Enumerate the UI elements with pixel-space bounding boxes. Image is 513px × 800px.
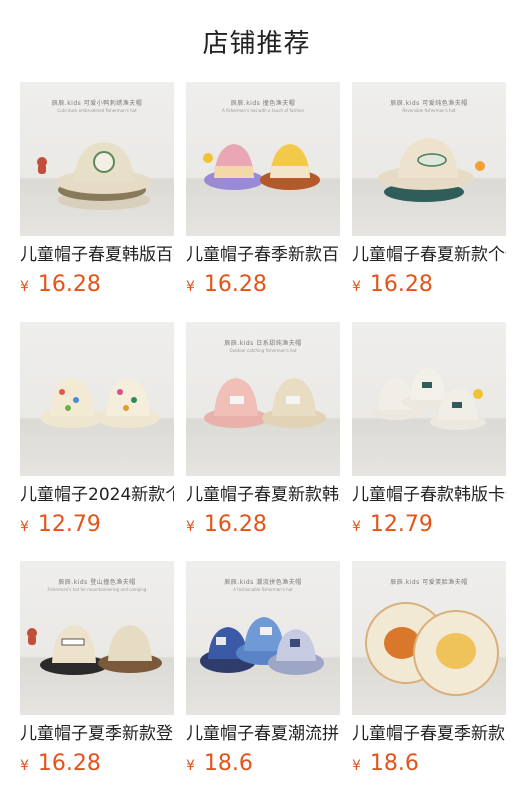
product-title[interactable]: 儿童帽子春季新款百搭 (186, 244, 340, 266)
product-image[interactable] (20, 322, 174, 476)
product-image[interactable]: 辰辰.kids 潮流拼色渔夫帽 A fashionable fisherman'… (186, 561, 340, 715)
hat-illustration (200, 617, 324, 675)
currency-symbol: ¥ (186, 519, 195, 535)
hat-illustration (378, 138, 485, 202)
product-card[interactable]: 儿童帽子2024新款个性 ¥ 12.79 (20, 322, 174, 540)
currency-symbol: ¥ (186, 279, 195, 295)
product-price: ¥ 16.28 (20, 272, 174, 300)
product-card[interactable]: 辰辰.kids 可爱纯色渔夫帽 Reversible fisherman's h… (352, 82, 506, 300)
product-price: ¥ 16.28 (186, 272, 340, 300)
product-image[interactable]: 辰辰.kids 可爱笑脸渔夫帽 (352, 561, 506, 715)
price-value: 16.28 (203, 272, 267, 297)
product-image[interactable]: 辰辰.kids 登山撞色渔夫帽 Fisherman's hat for moun… (20, 561, 174, 715)
hat-illustration (37, 142, 152, 210)
currency-symbol: ¥ (352, 758, 361, 774)
product-card[interactable]: 辰辰.kids 登山撞色渔夫帽 Fisherman's hat for moun… (20, 561, 174, 779)
price-value: 16.28 (37, 272, 101, 297)
price-value: 16.28 (203, 512, 267, 537)
product-image[interactable]: 辰辰.kids 撞色渔夫帽 A fisherman's hat with a t… (186, 82, 340, 236)
price-value: 12.79 (37, 512, 101, 537)
product-title[interactable]: 儿童帽子2024新款个性 (20, 484, 174, 506)
product-price: ¥ 16.28 (20, 751, 174, 779)
currency-symbol: ¥ (186, 758, 195, 774)
product-card[interactable]: 辰辰.kids 潮流拼色渔夫帽 A fashionable fisherman'… (186, 561, 340, 779)
product-image[interactable]: 辰辰.kids 日系甜纯渔夫帽 Outdoor catching fisherm… (186, 322, 340, 476)
product-title[interactable]: 儿童帽子夏季新款登山 (20, 723, 174, 745)
price-value: 16.28 (369, 272, 433, 297)
price-value: 18.6 (203, 751, 253, 776)
product-title[interactable]: 儿童帽子春夏新款个性 (352, 244, 506, 266)
product-card[interactable]: 辰辰.kids 可爱小鸭刺绣渔夫帽 Cute duck embroidered … (20, 82, 174, 300)
price-value: 18.6 (369, 751, 419, 776)
currency-symbol: ¥ (20, 279, 29, 295)
product-card[interactable]: 辰辰.kids 可爱笑脸渔夫帽 儿童帽子春夏季新款可爱 ¥ 18.6 (352, 561, 506, 779)
product-price: ¥ 16.28 (186, 512, 340, 540)
price-value: 16.28 (37, 751, 101, 776)
currency-symbol: ¥ (20, 519, 29, 535)
product-price: ¥ 12.79 (352, 512, 506, 540)
product-price: ¥ 18.6 (352, 751, 506, 779)
page-title: 店铺推荐 (202, 28, 311, 59)
product-title[interactable]: 儿童帽子春夏新款韩版 (186, 484, 340, 506)
product-title[interactable]: 儿童帽子春夏潮流拼色 (186, 723, 340, 745)
product-card[interactable]: 辰辰.kids 撞色渔夫帽 A fisherman's hat with a t… (186, 82, 340, 300)
product-image[interactable]: 辰辰.kids 可爱纯色渔夫帽 Reversible fisherman's h… (352, 82, 506, 236)
page-header: 店铺推荐 (0, 0, 513, 82)
product-price: ¥ 18.6 (186, 751, 340, 779)
product-title[interactable]: 儿童帽子春夏韩版百搭 (20, 244, 174, 266)
hat-illustration (370, 368, 486, 430)
currency-symbol: ¥ (20, 758, 29, 774)
product-card[interactable]: 辰辰.kids 日系甜纯渔夫帽 Outdoor catching fisherm… (186, 322, 340, 540)
hat-illustration (27, 625, 162, 675)
hat-illustration (40, 378, 160, 428)
product-card[interactable]: 儿童帽子春款韩版卡通 ¥ 12.79 (352, 322, 506, 540)
hat-illustration (203, 144, 320, 190)
currency-symbol: ¥ (352, 279, 361, 295)
product-title[interactable]: 儿童帽子春款韩版卡通 (352, 484, 506, 506)
product-price: ¥ 12.79 (20, 512, 174, 540)
currency-symbol: ¥ (352, 519, 361, 535)
product-image[interactable]: 辰辰.kids 可爱小鸭刺绣渔夫帽 Cute duck embroidered … (20, 82, 174, 236)
hat-illustration (365, 602, 499, 696)
product-title[interactable]: 儿童帽子春夏季新款可爱 (352, 723, 506, 745)
hat-illustration (204, 378, 326, 428)
product-image[interactable] (352, 322, 506, 476)
price-value: 12.79 (369, 512, 433, 537)
product-price: ¥ 16.28 (352, 272, 506, 300)
